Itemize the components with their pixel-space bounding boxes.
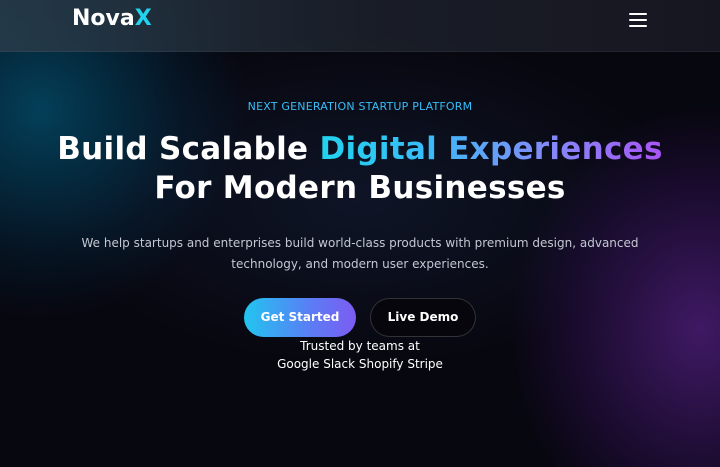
navbar: NovaX (0, 0, 720, 52)
hero-headline: Build Scalable Digital Experiences For M… (0, 130, 720, 208)
description-line1: We help startups and enterprises build w… (81, 236, 639, 250)
headline-highlight: Digital Experiences (319, 131, 663, 167)
logo[interactable]: NovaX (72, 5, 152, 33)
logo-accent: X (134, 6, 152, 31)
trusted-by: Trusted by teams at Google Slack Shopify… (0, 337, 720, 373)
logo-text: Nova (72, 6, 135, 31)
trusted-brands: Google Slack Shopify Stripe (277, 357, 443, 371)
live-demo-button[interactable]: Live Demo (370, 298, 476, 337)
headline-line2: For Modern Businesses (154, 170, 566, 206)
description-line2: technology, and modern user experiences. (231, 257, 489, 271)
hamburger-menu-icon[interactable] (628, 10, 650, 30)
hero-description: We help startups and enterprises build w… (70, 233, 650, 275)
trusted-label: Trusted by teams at (300, 339, 420, 353)
get-started-button[interactable]: Get Started (244, 298, 356, 337)
headline-part1: Build Scalable (57, 131, 320, 167)
hero-eyebrow: NEXT GENERATION STARTUP PLATFORM (247, 100, 473, 113)
